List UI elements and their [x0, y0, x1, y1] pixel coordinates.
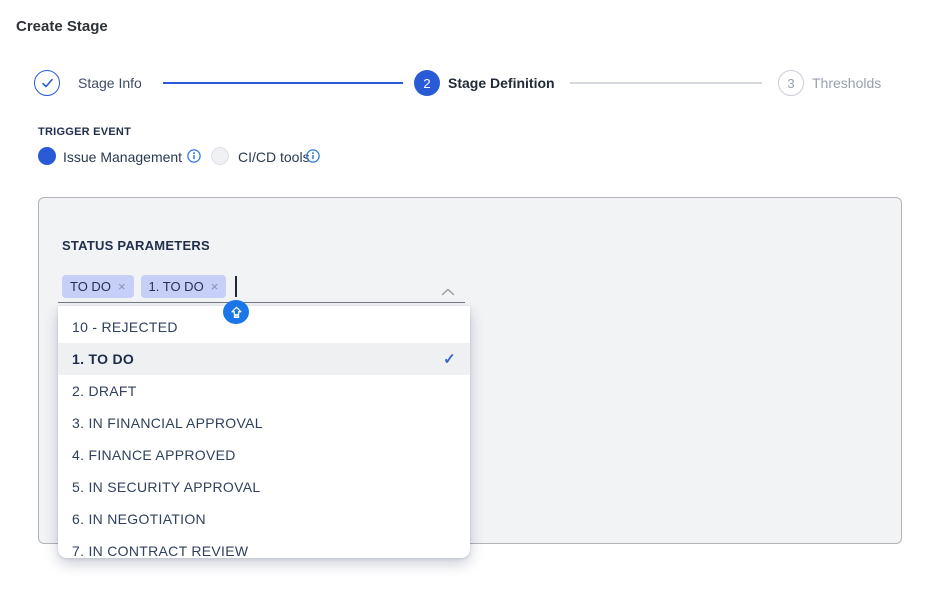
chip-remove-icon[interactable]: ×: [211, 280, 219, 293]
dropdown-option[interactable]: 6. IN NEGOTIATION: [58, 503, 470, 535]
dropdown-option-selected[interactable]: 1. TO DO ✓: [58, 343, 470, 375]
radio-issue-management[interactable]: [38, 147, 56, 165]
dropdown-option-label: 4. FINANCE APPROVED: [72, 447, 236, 463]
cursor-click-badge: [223, 300, 249, 324]
radio-cicd-tools[interactable]: [211, 147, 229, 165]
step-connector-done: [163, 82, 403, 84]
step-2-number: 2: [423, 76, 430, 91]
dropdown-option[interactable]: 3. IN FINANCIAL APPROVAL: [58, 407, 470, 439]
dropdown-option[interactable]: 4. FINANCE APPROVED: [58, 439, 470, 471]
step-3-label[interactable]: Thresholds: [812, 76, 881, 91]
dropdown-option-label: 6. IN NEGOTIATION: [72, 511, 206, 527]
up-arrow-icon: [229, 305, 244, 320]
dropdown-option-label: 3. IN FINANCIAL APPROVAL: [72, 415, 263, 431]
chip-label: 1. TO DO: [149, 279, 204, 294]
chip-remove-icon[interactable]: ×: [118, 280, 126, 293]
dropdown-option[interactable]: 2. DRAFT: [58, 375, 470, 407]
radio-issue-management-label: Issue Management: [63, 149, 182, 165]
page-title: Create Stage: [16, 18, 108, 35]
status-dropdown: 10 - REJECTED 1. TO DO ✓ 2. DRAFT 3. IN …: [58, 306, 470, 558]
text-cursor: [235, 276, 237, 297]
step-3-indicator[interactable]: 3: [778, 70, 804, 96]
step-2-label[interactable]: Stage Definition: [448, 76, 555, 91]
check-icon: [41, 78, 54, 89]
info-icon[interactable]: [306, 149, 320, 163]
step-1-label[interactable]: Stage Info: [78, 76, 142, 91]
trigger-event-heading: TRIGGER EVENT: [38, 126, 131, 138]
step-3-number: 3: [787, 76, 794, 91]
dropdown-option[interactable]: 10 - REJECTED: [58, 311, 470, 343]
info-icon[interactable]: [187, 149, 201, 163]
step-1-indicator[interactable]: [34, 70, 60, 96]
status-parameters-heading: STATUS PARAMETERS: [62, 238, 210, 253]
create-stage-screen: Create Stage Stage Info 2 Stage Definiti…: [0, 0, 938, 591]
dropdown-option-label: 7. IN CONTRACT REVIEW: [72, 543, 248, 558]
step-2-indicator[interactable]: 2: [414, 70, 440, 96]
radio-cicd-tools-label: CI/CD tools: [238, 149, 310, 165]
selected-chip: 1. TO DO ×: [141, 275, 227, 298]
chevron-up-icon[interactable]: [441, 283, 455, 291]
dropdown-option-label: 2. DRAFT: [72, 383, 137, 399]
check-icon: ✓: [443, 350, 456, 368]
dropdown-option-label: 10 - REJECTED: [72, 319, 178, 335]
chip-label: TO DO: [70, 279, 111, 294]
selected-chip: TO DO ×: [62, 275, 134, 298]
dropdown-option[interactable]: 7. IN CONTRACT REVIEW: [58, 535, 470, 558]
dropdown-option-label: 5. IN SECURITY APPROVAL: [72, 479, 260, 495]
step-connector-upcoming: [570, 82, 762, 84]
status-parameters-multiselect[interactable]: TO DO × 1. TO DO ×: [58, 270, 465, 303]
dropdown-option[interactable]: 5. IN SECURITY APPROVAL: [58, 471, 470, 503]
dropdown-option-label: 1. TO DO: [72, 351, 134, 367]
